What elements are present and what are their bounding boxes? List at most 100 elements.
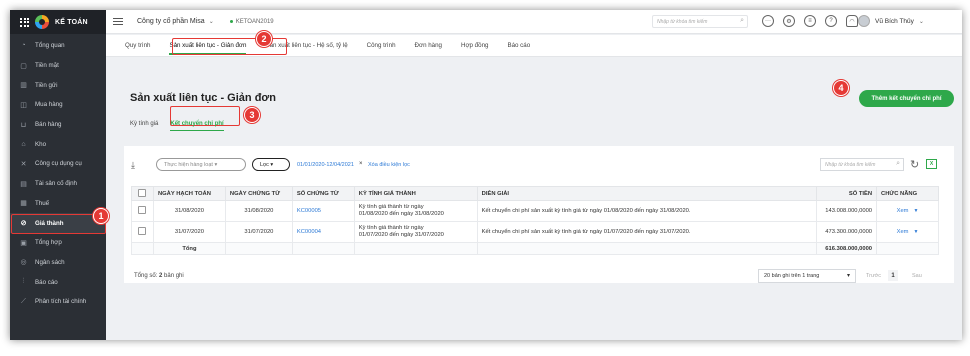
close-icon[interactable]: × xyxy=(359,161,363,167)
sidebar-item-6[interactable]: ✕ Công cụ dụng cụ xyxy=(10,154,106,174)
purchase-icon: ◫ xyxy=(20,101,27,109)
tab-4[interactable]: Đơn hàng xyxy=(415,42,442,49)
sidebar-item-label: Kho xyxy=(35,140,47,148)
sidebar-item-10[interactable]: ▣ Tổng hợp xyxy=(10,233,106,253)
page-number[interactable]: 1 xyxy=(888,270,898,281)
sidebar-item-label: Thuế xyxy=(35,199,50,207)
sidebar-item-13[interactable]: ⟋ Phân tích tài chính xyxy=(10,292,106,312)
help-icon[interactable]: ? xyxy=(825,15,837,27)
sidebar-item-2[interactable]: ▥ Tiền gửi xyxy=(10,75,106,95)
user-menu[interactable]: Vũ Bích Thủy ⌄ xyxy=(858,15,924,27)
tab-label: Hợp đồng xyxy=(461,42,489,49)
active-underline xyxy=(170,129,224,131)
chevron-down-icon[interactable]: ▼ xyxy=(914,208,919,214)
cell-dien-giai: Kết chuyển chi phí sản xuất kỳ tính giá … xyxy=(476,221,818,243)
brand-name: KẾ TOÁN xyxy=(55,18,88,26)
sidebar-item-7[interactable]: ▤ Tài sản cố định xyxy=(10,174,106,194)
content-panel: ⤓ Thực hiện hàng loạt ▾ Lọc ▾ 01/01/2020… xyxy=(124,146,954,283)
sidebar-item-label: Tiền mặt xyxy=(35,62,59,70)
clear-filter-link[interactable]: Xóa điều kiện lọc xyxy=(368,162,410,168)
subtab-cost-transfer[interactable]: Kết chuyển chi phí xyxy=(170,121,224,131)
date-range-filter[interactable]: 01/01/2020-12/04/2021 xyxy=(297,162,354,168)
table-row[interactable]: 31/07/2020 31/07/2020 KC00004 Kỳ tính gi… xyxy=(131,221,939,243)
sidebar-item-5[interactable]: ⌂ Kho xyxy=(10,134,106,154)
sort-icon[interactable]: ⤓ xyxy=(131,160,135,171)
row-checkbox[interactable] xyxy=(138,206,147,214)
col-dien-giai[interactable]: DIỄN GIẢI xyxy=(476,186,818,201)
filter-row: ⤓ Thực hiện hàng loạt ▾ Lọc ▾ 01/01/2020… xyxy=(124,154,954,174)
sidebar-item-11[interactable]: ◎ Ngân sách xyxy=(10,253,106,273)
table-header-row: NGÀY HẠCH TOÁN NGÀY CHỨNG TỪ SỐ CHỨNG TỪ… xyxy=(131,186,939,201)
chevron-down-icon: ▾ xyxy=(846,273,850,279)
sidebar-item-8[interactable]: ▦ Thuế xyxy=(10,194,106,214)
col-so-chung-tu[interactable]: SỐ CHỨNG TỪ xyxy=(291,186,355,201)
cell-so-chung-tu-link[interactable]: KC00005 xyxy=(291,200,355,222)
chat-icon[interactable]: ≡ xyxy=(804,15,816,27)
global-search-input[interactable]: Nhập từ khóa tìm kiếm ⌕ xyxy=(652,15,748,28)
row-checkbox[interactable] xyxy=(138,227,147,235)
sidebar-item-1[interactable]: ▢ Tiền mặt xyxy=(10,56,106,76)
batch-action-dropdown[interactable]: Thực hiện hàng loạt ▾ xyxy=(156,158,246,171)
sidebar-item-4[interactable]: ⊔ Bán hàng xyxy=(10,115,106,135)
cell-so-chung-tu-link[interactable]: KC00004 xyxy=(291,221,355,243)
cell-so-tien: 473.300.000,0000 xyxy=(816,221,878,243)
subtab-cost-period[interactable]: Kỳ tính giá xyxy=(130,121,158,127)
bell-icon[interactable]: ◠ xyxy=(846,15,858,27)
menu-toggle-icon[interactable] xyxy=(113,16,123,27)
asset-icon: ▤ xyxy=(20,180,27,188)
summary-icon: ▣ xyxy=(20,239,27,247)
excel-export-icon[interactable]: X xyxy=(926,159,937,169)
top-bar: Công ty cổ phần Misa ⌄ KETOAN2019 Nhập t… xyxy=(106,10,962,34)
cell-ngay-hach-toan: 31/08/2020 xyxy=(152,200,226,222)
select-all-checkbox[interactable] xyxy=(138,188,147,197)
add-cost-transfer-button[interactable]: Thêm kết chuyển chi phí xyxy=(859,90,954,107)
more-icon[interactable]: ··· xyxy=(762,15,774,27)
sidebar-item-label: Tổng hợp xyxy=(35,239,62,247)
sidebar-item-0[interactable]: ◔ Tổng quan xyxy=(10,36,106,56)
tab-6[interactable]: Báo cáo xyxy=(507,42,530,49)
view-link[interactable]: Xem xyxy=(897,229,909,235)
total-value: 616.308.000,0000 xyxy=(816,242,878,255)
app-grid-icon[interactable] xyxy=(20,17,29,27)
tab-0[interactable]: Quy trình xyxy=(125,42,150,49)
sidebar-item-3[interactable]: ◫ Mua hàng xyxy=(10,95,106,115)
ky-line-2: 01/08/2020 đến ngày 31/08/2020 xyxy=(358,211,444,217)
company-selector[interactable]: Công ty cổ phần Misa ⌄ xyxy=(137,18,214,25)
tab-3[interactable]: Công trình xyxy=(367,42,396,49)
search-icon[interactable]: ⌕ xyxy=(896,160,900,168)
subtab-cost-transfer-label: Kết chuyển chi phí xyxy=(170,121,224,127)
refresh-icon[interactable]: ↻ xyxy=(910,158,919,171)
chevron-down-icon[interactable]: ▼ xyxy=(914,229,919,235)
database-selector[interactable]: KETOAN2019 xyxy=(229,19,274,25)
col-so-tien[interactable]: SỐ TIỀN xyxy=(816,186,878,201)
view-link[interactable]: Xem xyxy=(897,208,909,214)
sub-tabs: Kỳ tính giá Kết chuyển chi phí xyxy=(130,121,236,131)
prev-page-button[interactable]: Trước xyxy=(866,273,881,279)
page-size-select[interactable]: 20 bản ghi trên 1 trang ▾ xyxy=(758,269,856,283)
budget-icon: ◎ xyxy=(20,259,27,267)
step-badge-3: 3 xyxy=(244,107,260,123)
next-page-button[interactable]: Sau xyxy=(912,273,922,279)
sidebar: KẾ TOÁN ◔ Tổng quan ▢ Tiền mặt ▥ Tiền gửi ◫ Mua… xyxy=(10,10,106,340)
cash-icon: ▢ xyxy=(20,62,27,70)
total-label: Tổng xyxy=(152,242,226,255)
sidebar-item-12[interactable]: ⫶ Báo cáo xyxy=(10,272,106,292)
row-select-cell xyxy=(131,200,154,222)
col-ky-tinh-gia-thanh[interactable]: KỲ TÍNH GIÁ THÀNH xyxy=(353,186,478,201)
filter-button[interactable]: Lọc ▾ xyxy=(252,158,290,171)
table-search-input[interactable]: Nhập từ khóa tìm kiếm ⌕ xyxy=(820,158,904,171)
global-search-placeholder: Nhập từ khóa tìm kiếm xyxy=(657,19,708,25)
col-ngay-hach-toan[interactable]: NGÀY HẠCH TOÁN xyxy=(152,186,226,201)
bank-icon: ▥ xyxy=(20,82,27,90)
ky-line-2: 01/07/2020 đến ngày 31/07/2020 xyxy=(358,232,444,238)
page-size-value: 20 bản ghi trên 1 trang xyxy=(764,273,820,279)
search-icon[interactable]: ⌕ xyxy=(740,17,744,25)
chevron-down-icon: ▾ xyxy=(270,162,274,168)
col-ngay-chung-tu[interactable]: NGÀY CHỨNG TỪ xyxy=(224,186,293,201)
sidebar-item-label: Bán hàng xyxy=(35,121,62,129)
tab-5[interactable]: Hợp đồng xyxy=(461,42,488,49)
sidebar-item-9[interactable]: ⊘ Giá thành xyxy=(10,213,106,234)
settings-icon[interactable]: ⚙ xyxy=(783,15,795,27)
cell-actions: Xem ▼ xyxy=(876,200,939,222)
table-row[interactable]: 31/08/2020 31/08/2020 KC00005 Kỳ tính gi… xyxy=(131,200,939,222)
